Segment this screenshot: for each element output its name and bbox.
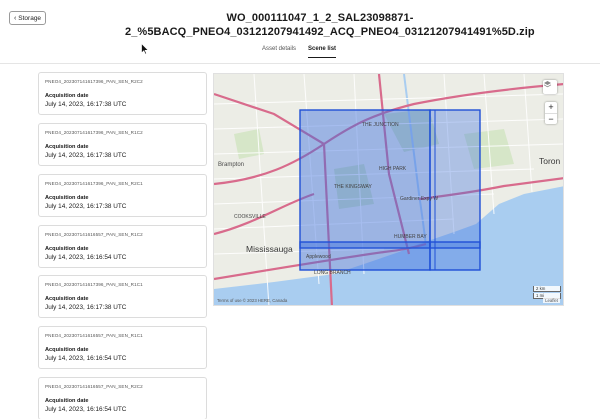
map-label-mississauga: Mississauga [246, 244, 293, 254]
scene-id: PNEO4_202307141617396_PAN_SEN_R2C1 [45, 181, 143, 186]
scene-card[interactable]: PNEO4_202307141617396_PAN_SEN_R1C1 Acqui… [38, 275, 207, 318]
scene-card[interactable]: PNEO4_202307141617396_PAN_SEN_R1C2 Acqui… [38, 123, 207, 166]
scene-card[interactable]: PNEO4_202307141617396_PAN_SEN_R2C2 Acqui… [38, 72, 207, 115]
layers-icon [543, 81, 552, 88]
header-divider [0, 63, 600, 64]
acquisition-date-label: Acquisition date [45, 144, 89, 150]
zoom-in-button[interactable]: + [545, 102, 557, 113]
chevron-left-icon: ‹ [13, 14, 17, 22]
scene-card[interactable]: PNEO4_202307141617396_PAN_SEN_R2C1 Acqui… [38, 174, 207, 217]
scene-list: PNEO4_202307141617396_PAN_SEN_R2C2 Acqui… [38, 72, 207, 419]
scene-card[interactable]: PNEO4_202307141616557_PAN_SEN_R2C2 Acqui… [38, 377, 207, 419]
tab-bar: Asset details Scene list [262, 46, 337, 58]
map-label-high-park: HIGH PARK [379, 166, 407, 172]
map-label-toronto: Toron [539, 156, 561, 166]
acquisition-date-label: Acquisition date [45, 296, 89, 302]
acquisition-date-label: Acquisition date [45, 347, 89, 353]
page-title: WO_000111047_1_2_SAL23098871-2_%5BACQ_PN… [125, 12, 535, 38]
scene-map[interactable]: Mississauga Toron Brampton Gardiner Expy… [213, 73, 564, 306]
acquisition-date-value: July 14, 2023, 16:16:54 UTC [45, 406, 127, 413]
back-button-label: Storage [18, 14, 42, 22]
acquisition-date-value: July 14, 2023, 16:16:54 UTC [45, 355, 127, 362]
scene-id: PNEO4_202307141616557_PAN_SEN_R1C2 [45, 232, 143, 237]
map-label-long-branch: LONG BRANCH [314, 270, 351, 276]
scene-id: PNEO4_202307141616557_PAN_SEN_R1C1 [45, 333, 143, 338]
tab-asset-details[interactable]: Asset details [262, 46, 296, 58]
map-label-gardiner: Gardiner Expy W [400, 196, 439, 202]
scene-footprints[interactable] [299, 109, 481, 271]
acquisition-date-label: Acquisition date [45, 93, 89, 99]
map-attribution[interactable]: Terms of use © 2023 HERE, Canada [217, 298, 287, 303]
scene-id: PNEO4_202307141617396_PAN_SEN_R1C1 [45, 282, 143, 287]
map-label-brampton: Brampton [218, 162, 245, 168]
map-label-cooksville: COOKSVILLE [234, 214, 266, 220]
mouse-cursor-icon [141, 43, 149, 55]
acquisition-date-value: July 14, 2023, 16:17:38 UTC [45, 101, 127, 108]
leaflet-link[interactable]: Leaflet [543, 298, 560, 303]
scene-id: PNEO4_202307141617396_PAN_SEN_R1C2 [45, 130, 143, 135]
tab-scene-list[interactable]: Scene list [308, 46, 337, 58]
acquisition-date-label: Acquisition date [45, 398, 89, 404]
back-to-storage-button[interactable]: ‹ Storage [9, 11, 46, 25]
header: ‹ Storage WO_000111047_1_2_SAL23098871-2… [0, 0, 600, 64]
scene-card[interactable]: PNEO4_202307141616557_PAN_SEN_R1C2 Acqui… [38, 225, 207, 268]
scene-id: PNEO4_202307141617396_PAN_SEN_R2C2 [45, 79, 143, 84]
map-label-kingsway: THE KINGSWAY [334, 184, 372, 190]
acquisition-date-value: July 14, 2023, 16:17:38 UTC [45, 152, 127, 159]
scene-id: PNEO4_202307141616557_PAN_SEN_R2C2 [45, 384, 143, 389]
acquisition-date-value: July 14, 2023, 16:16:54 UTC [45, 254, 127, 261]
map-canvas[interactable] [214, 74, 564, 306]
map-label-applewood: Applewood [306, 254, 331, 260]
scale-bar-km: 2 km [533, 286, 561, 292]
acquisition-date-label: Acquisition date [45, 195, 89, 201]
acquisition-date-value: July 14, 2023, 16:17:38 UTC [45, 203, 127, 210]
zoom-out-button[interactable]: − [545, 113, 557, 124]
map-label-the-junction: THE JUNCTION [362, 122, 399, 128]
map-label-humber-bay: HUMBER BAY [394, 234, 427, 240]
acquisition-date-value: July 14, 2023, 16:17:38 UTC [45, 304, 127, 311]
layer-switcher-button[interactable] [543, 80, 557, 94]
zoom-control: + − [545, 102, 557, 124]
scene-card[interactable]: PNEO4_202307141616557_PAN_SEN_R1C1 Acqui… [38, 326, 207, 369]
acquisition-date-label: Acquisition date [45, 246, 89, 252]
